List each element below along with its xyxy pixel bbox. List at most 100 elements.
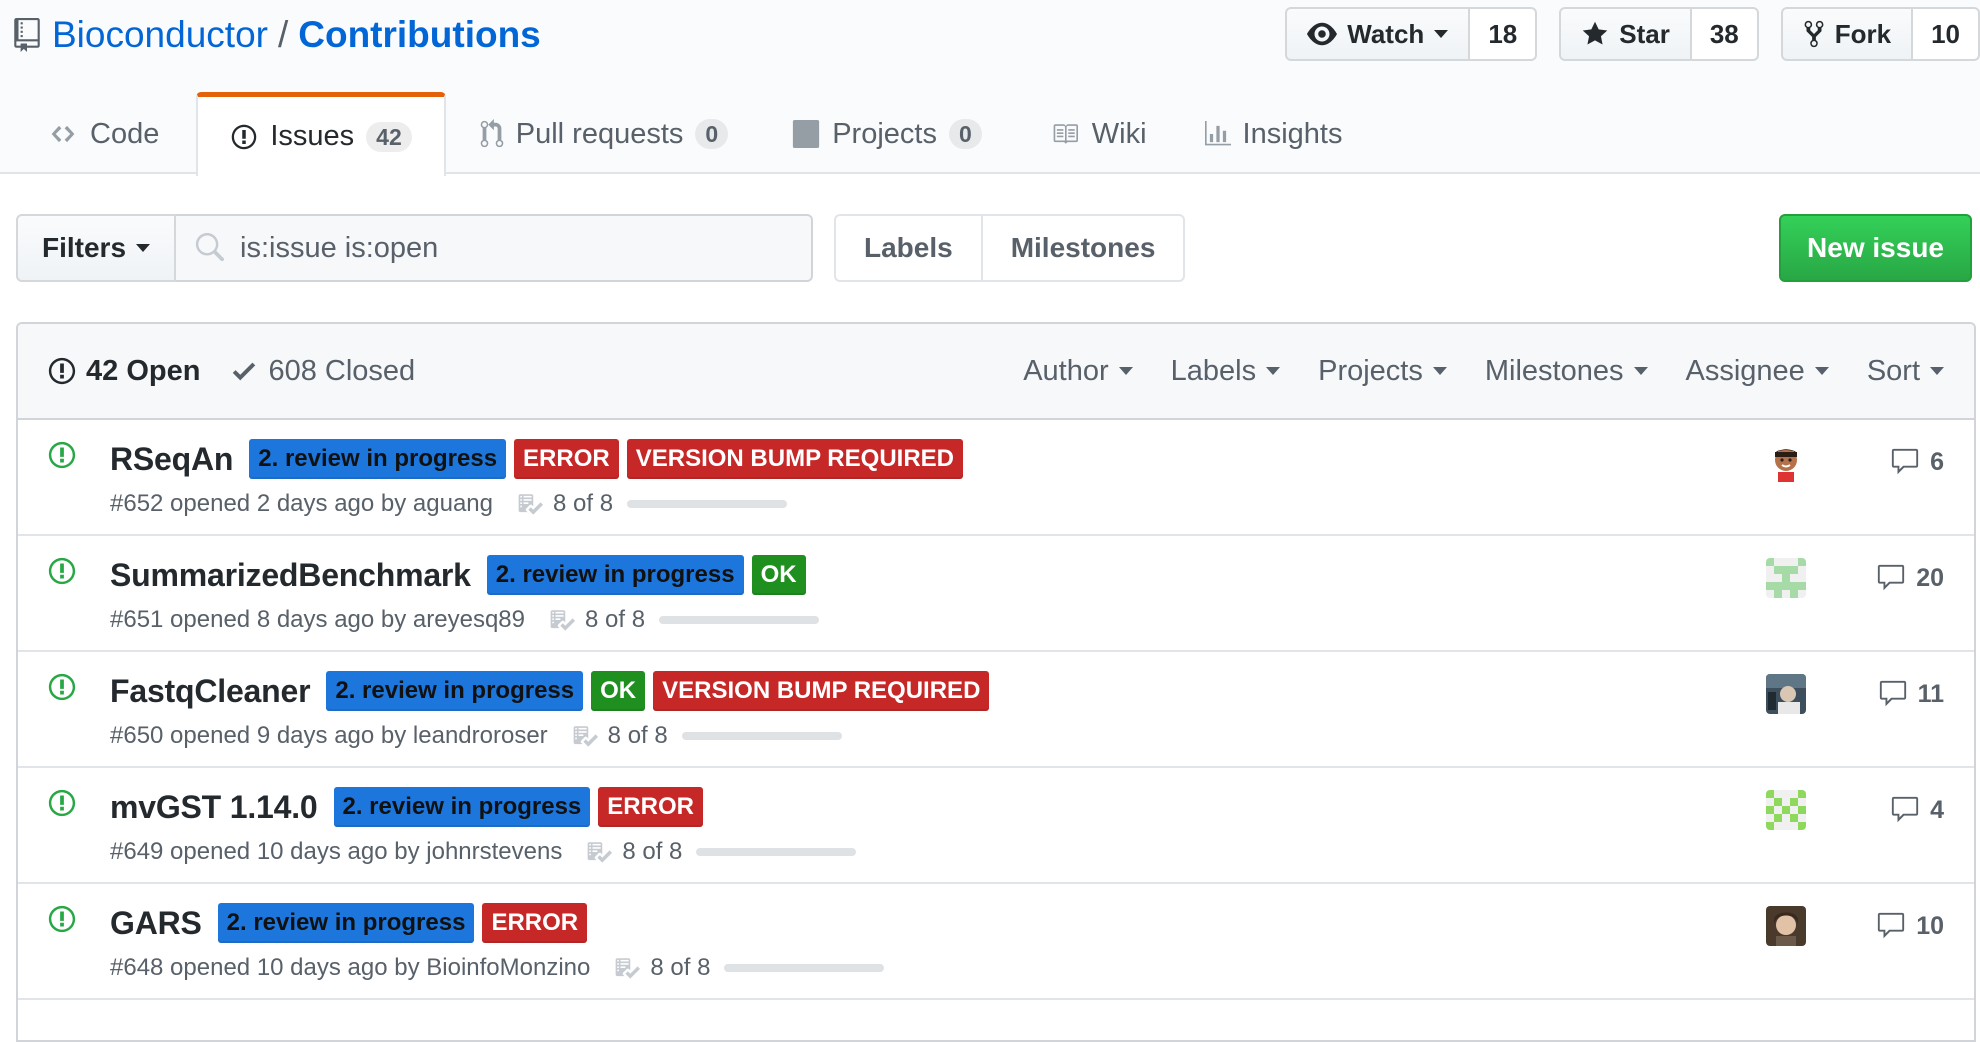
fork-count[interactable]: 10 bbox=[1913, 7, 1980, 61]
comments-link[interactable]: 6 bbox=[1890, 442, 1944, 482]
filters-button[interactable]: Filters bbox=[16, 214, 177, 282]
issue-title-line: FastqCleaner 2. review in progress OK VE… bbox=[110, 670, 990, 712]
issue-row: RSeqAn 2. review in progress ERROR VERSI… bbox=[18, 420, 1974, 536]
tab-pull-requests[interactable]: Pull requests 0 bbox=[446, 92, 762, 174]
label-error[interactable]: ERROR bbox=[514, 439, 619, 479]
filters-label: Filters bbox=[42, 232, 127, 263]
task-progress: 8 of 8 bbox=[586, 838, 857, 866]
chevron-down-icon bbox=[1118, 367, 1133, 375]
label-ok[interactable]: OK bbox=[751, 555, 806, 595]
assignee-avatar[interactable] bbox=[1766, 790, 1806, 830]
closed-issues-link[interactable]: 608 Closed bbox=[230, 355, 415, 388]
issue-opened-by: #649 opened 10 days ago by johnrstevens bbox=[110, 838, 563, 865]
tab-counter: 0 bbox=[695, 119, 729, 149]
tab-counter: 42 bbox=[366, 121, 412, 152]
label-ok[interactable]: OK bbox=[591, 671, 646, 711]
issue-row: FastqCleaner 2. review in progress OK VE… bbox=[18, 652, 1974, 768]
watch-button[interactable]: Watch bbox=[1285, 7, 1471, 61]
author-filter[interactable]: Author bbox=[1023, 355, 1133, 388]
issue-opened-icon bbox=[48, 441, 76, 469]
repo-nav: Code Issues 42 Pull requests 0 Projects … bbox=[0, 92, 1377, 176]
assignee-avatar[interactable] bbox=[1766, 442, 1806, 482]
milestones-filter[interactable]: Milestones bbox=[1485, 355, 1648, 388]
issue-title-link[interactable]: FastqCleaner bbox=[110, 673, 311, 710]
open-count: 42 Open bbox=[86, 354, 201, 387]
identicon-avatar-icon bbox=[1766, 558, 1806, 598]
tab-code[interactable]: Code bbox=[0, 92, 193, 174]
new-issue-button[interactable]: New issue bbox=[1779, 214, 1972, 282]
issue-title-link[interactable]: GARS bbox=[110, 905, 202, 942]
comment-count: 11 bbox=[1917, 679, 1944, 708]
open-issues-link[interactable]: 42 Open bbox=[48, 355, 200, 388]
label-review-in-progress[interactable]: 2. review in progress bbox=[333, 787, 591, 827]
star-button[interactable]: Star bbox=[1559, 7, 1692, 61]
tab-projects[interactable]: Projects 0 bbox=[762, 92, 1016, 174]
issue-title-link[interactable]: mvGST 1.14.0 bbox=[110, 789, 318, 826]
labels-link[interactable]: Labels bbox=[834, 214, 983, 282]
chevron-down-icon bbox=[136, 244, 151, 252]
watch-count[interactable]: 18 bbox=[1470, 7, 1538, 61]
milestones-link[interactable]: Milestones bbox=[982, 214, 1186, 282]
star-group: Star 38 bbox=[1559, 7, 1759, 61]
labels-filter[interactable]: Labels bbox=[1171, 355, 1281, 388]
comment-icon bbox=[1878, 564, 1905, 591]
comment-count: 6 bbox=[1930, 447, 1944, 476]
label-error[interactable]: ERROR bbox=[598, 787, 703, 827]
repo-owner-link[interactable]: Bioconductor bbox=[52, 14, 268, 56]
label-version-bump-required[interactable]: VERSION BUMP REQUIRED bbox=[653, 671, 990, 711]
tab-label: Issues bbox=[270, 120, 355, 152]
label-text: 2. review in progress bbox=[226, 909, 466, 936]
task-progress-bar bbox=[681, 732, 842, 740]
issue-title-line: SummarizedBenchmark 2. review in progres… bbox=[110, 554, 806, 596]
tab-wiki[interactable]: Wiki bbox=[1016, 92, 1181, 174]
tab-label: Insights bbox=[1242, 117, 1343, 150]
comments-link[interactable]: 20 bbox=[1876, 558, 1944, 598]
issue-title-link[interactable]: SummarizedBenchmark bbox=[110, 557, 471, 594]
comment-icon bbox=[1891, 796, 1919, 823]
search-box bbox=[176, 214, 813, 282]
tab-insights[interactable]: Insights bbox=[1181, 92, 1377, 174]
star-count[interactable]: 38 bbox=[1691, 7, 1759, 61]
tab-issues[interactable]: Issues 42 bbox=[196, 92, 446, 176]
label-error[interactable]: ERROR bbox=[482, 903, 588, 943]
tab-label: Projects bbox=[832, 117, 937, 150]
label-review-in-progress[interactable]: 2. review in progress bbox=[486, 555, 744, 595]
comments-link[interactable]: 11 bbox=[1878, 674, 1944, 714]
label-review-in-progress[interactable]: 2. review in progress bbox=[326, 671, 584, 711]
label-review-in-progress[interactable]: 2. review in progress bbox=[217, 903, 475, 943]
assignee-avatar[interactable] bbox=[1766, 906, 1806, 946]
comment-icon bbox=[1878, 912, 1905, 939]
issue-row: SummarizedBenchmark 2. review in progres… bbox=[18, 536, 1974, 652]
tab-label: Pull requests bbox=[515, 117, 684, 150]
issue-title-link[interactable]: RSeqAn bbox=[110, 441, 233, 478]
identicon-avatar-icon bbox=[1766, 790, 1806, 830]
labels-milestones-links: Labels Milestones bbox=[834, 214, 1186, 282]
comments-link[interactable]: 4 bbox=[1890, 790, 1944, 830]
assignee-avatar[interactable] bbox=[1766, 674, 1806, 714]
task-progress-bar bbox=[627, 500, 788, 508]
issue-title-line: mvGST 1.14.0 2. review in progress ERROR bbox=[110, 786, 703, 828]
chevron-down-icon bbox=[1633, 367, 1648, 375]
label-version-bump-required[interactable]: VERSION BUMP REQUIRED bbox=[626, 439, 963, 479]
watch-group: Watch 18 bbox=[1285, 7, 1538, 61]
assignee-avatar[interactable] bbox=[1766, 558, 1806, 598]
repo-separator: / bbox=[277, 14, 289, 55]
fork-button[interactable]: Fork bbox=[1780, 7, 1914, 61]
label-review-in-progress[interactable]: 2. review in progress bbox=[249, 439, 507, 479]
task-progress-bar bbox=[724, 964, 885, 972]
issue-opened-by: #651 opened 8 days ago by areyesq89 bbox=[110, 606, 525, 633]
search-input[interactable] bbox=[238, 230, 799, 266]
repo-name-link[interactable]: Contributions bbox=[298, 14, 541, 56]
issue-opened-icon bbox=[48, 357, 76, 385]
comment-count: 20 bbox=[1916, 563, 1944, 592]
task-progress: 8 of 8 bbox=[572, 722, 842, 750]
sort-filter[interactable]: Sort bbox=[1867, 355, 1944, 388]
projects-filter[interactable]: Projects bbox=[1318, 355, 1447, 388]
eye-icon bbox=[1307, 22, 1338, 46]
task-count: 8 of 8 bbox=[607, 722, 668, 749]
task-progress: 8 of 8 bbox=[517, 490, 788, 518]
issues-list: 42 Open 608 Closed Author Labels Project… bbox=[16, 322, 1976, 1042]
assignee-filter[interactable]: Assignee bbox=[1686, 355, 1829, 388]
comments-link[interactable]: 10 bbox=[1876, 906, 1944, 946]
search-icon bbox=[195, 233, 225, 262]
